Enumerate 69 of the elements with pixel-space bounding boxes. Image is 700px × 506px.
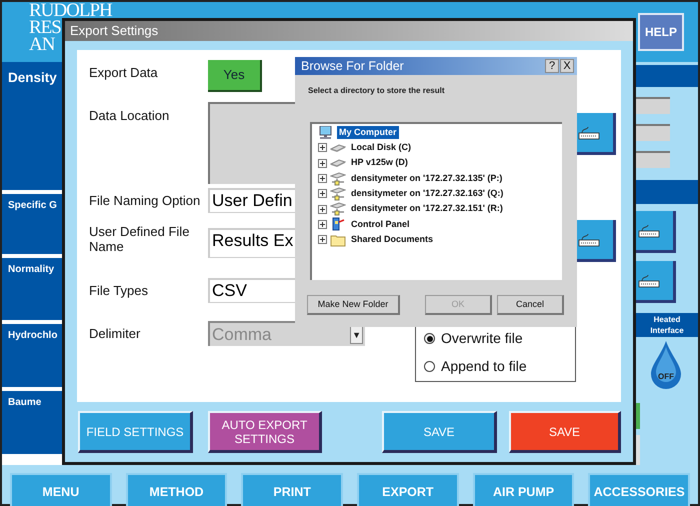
toggle-button[interactable]: Yes <box>208 60 262 92</box>
network-drive-icon <box>330 172 346 186</box>
dialog-button[interactable]: AUTO EXPORT SETTINGS <box>208 411 322 453</box>
keyboard-button[interactable] <box>636 261 676 303</box>
tree-item[interactable]: Shared Documents <box>349 232 436 246</box>
sidebar-item[interactable]: Specific G <box>2 194 64 254</box>
text-field[interactable] <box>636 124 670 141</box>
heater-status: OFF <box>658 371 674 383</box>
computer-icon <box>318 126 334 140</box>
tree-item[interactable]: densitymeter on '172.27.32.151' (R:) <box>349 202 505 216</box>
text-field[interactable] <box>636 151 670 168</box>
dialog-button[interactable]: Cancel <box>497 295 564 315</box>
radio-label: Append to file <box>441 357 527 376</box>
field-label: File Naming Option <box>89 192 202 208</box>
control-panel-icon <box>330 217 346 232</box>
heater-drop-icon[interactable]: OFF <box>649 341 683 389</box>
keyboard-icon <box>638 224 660 238</box>
field-label: Data Location <box>89 107 170 123</box>
expand-icon[interactable] <box>318 143 327 152</box>
keyboard-icon <box>578 126 600 140</box>
expand-icon[interactable] <box>318 158 327 168</box>
tree-item[interactable]: Local Disk (C) <box>349 141 414 155</box>
status-bar <box>636 403 640 429</box>
tree-item[interactable]: My Computer <box>337 126 399 140</box>
tree-item[interactable]: densitymeter on '172.27.32.163' (Q:) <box>349 187 506 201</box>
section-bar <box>636 180 698 204</box>
dialog-button[interactable]: Make New Folder <box>307 295 400 315</box>
radio-label: Overwrite file <box>441 329 523 348</box>
keyboard-icon <box>578 232 600 246</box>
keyboard-button[interactable] <box>636 211 676 253</box>
folder-icon <box>330 232 346 247</box>
dialog-button[interactable]: SAVE <box>509 411 621 453</box>
sidebar-item[interactable]: Baume <box>2 391 64 454</box>
tree-item[interactable]: densitymeter on '172.27.32.135' (P:) <box>349 172 504 186</box>
sidebar-item[interactable]: Hydrochlo <box>2 324 64 387</box>
dropdown-value: Comma <box>211 324 273 346</box>
logo-text: RES <box>29 19 61 36</box>
expand-icon[interactable] <box>318 220 327 229</box>
radio-button[interactable] <box>424 333 435 344</box>
sidebar-item[interactable]: Density <box>2 62 64 190</box>
field-label: File Types <box>89 282 150 298</box>
status-bar <box>636 435 640 465</box>
field-label: User Defined File Name <box>89 224 190 254</box>
help-button[interactable]: HELP <box>638 13 684 51</box>
keyboard-button[interactable] <box>576 113 616 155</box>
field-label: Export Data <box>89 64 159 80</box>
section-bar <box>636 65 698 87</box>
expand-icon[interactable] <box>318 174 327 184</box>
expand-icon[interactable] <box>318 235 327 244</box>
text-field[interactable] <box>636 97 670 114</box>
instruction-text: Select a directory to store the result <box>308 85 446 97</box>
dialog-title: Export Settings <box>65 21 633 41</box>
expand-icon[interactable] <box>318 189 327 198</box>
heater-label: Heated Interface <box>636 313 698 337</box>
dialog-title: Browse For Folder <box>301 58 404 75</box>
tree-item[interactable]: Control Panel <box>349 218 412 232</box>
expand-icon[interactable] <box>318 204 327 214</box>
network-drive-icon <box>330 202 346 216</box>
tree-item[interactable]: HP v125w (D) <box>349 156 410 170</box>
keyboard-icon <box>638 274 660 288</box>
radio-button[interactable] <box>424 361 435 372</box>
help-button[interactable]: ? <box>545 59 559 73</box>
close-button[interactable]: X <box>560 59 574 73</box>
sidebar-item[interactable]: Normality <box>2 258 64 320</box>
network-drive-icon <box>330 186 346 201</box>
keyboard-button[interactable] <box>576 220 616 262</box>
field-label: Delimiter <box>89 325 142 341</box>
logo-text: AN <box>29 36 54 53</box>
logo-text: RUDOLPH <box>29 2 112 19</box>
